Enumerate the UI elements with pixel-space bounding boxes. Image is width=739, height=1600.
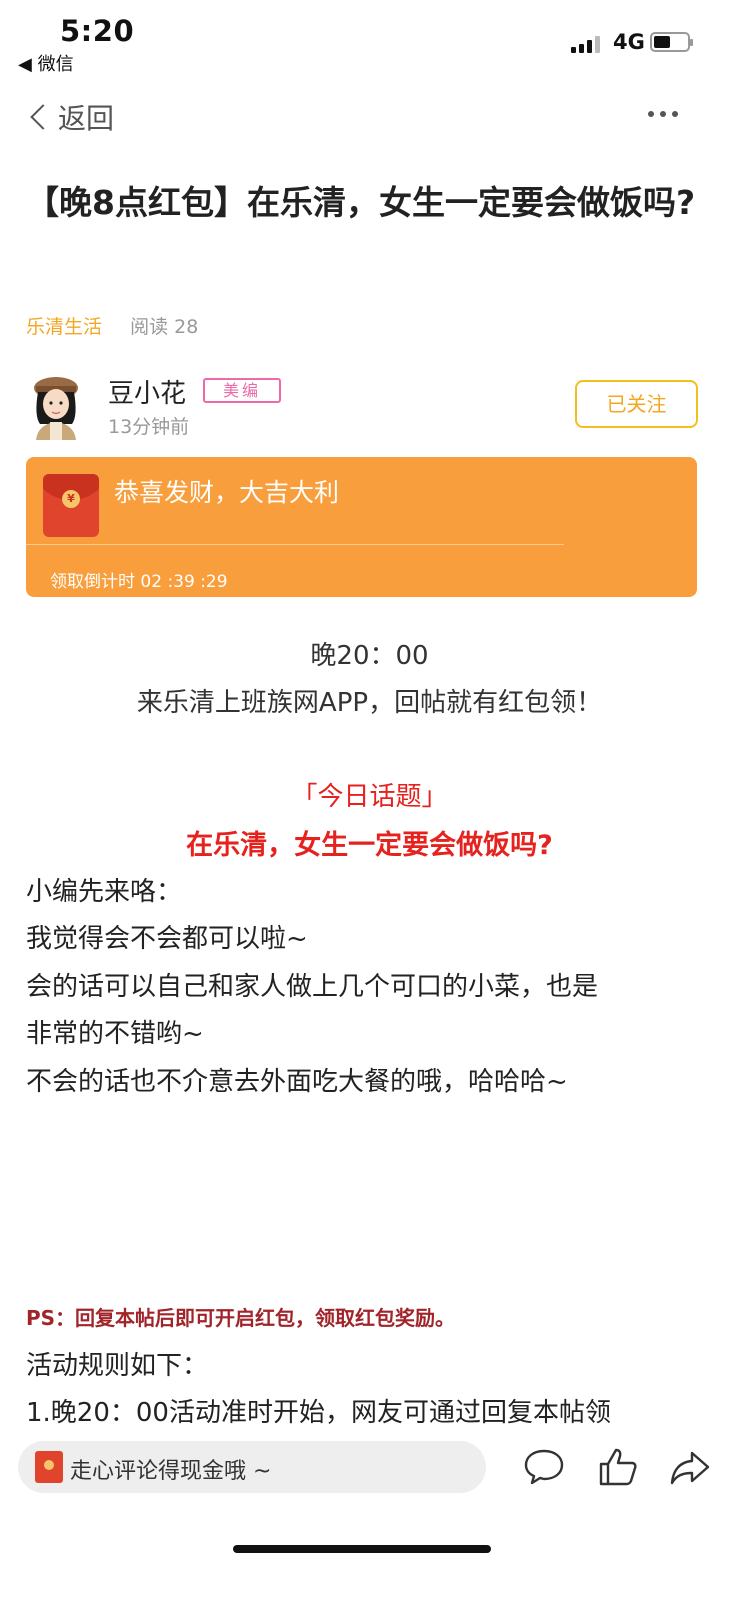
comment-placeholder: 走心评论得现金哦 ~ [70,1459,272,1484]
author-badge: 美编 [203,378,281,403]
red-packet-icon [35,1451,63,1483]
body-paragraph: 非常的不错哟~ [26,1019,204,1049]
comment-input[interactable]: 走心评论得现金哦 ~ [18,1441,486,1493]
more-options-icon[interactable] [648,111,678,117]
back-button-label: 返回 [58,102,115,135]
avatar[interactable] [28,372,84,440]
comment-icon[interactable] [522,1445,566,1489]
divider [26,544,564,545]
status-bar: 5:20 ◀ 微信 4G [0,0,739,80]
home-indicator [233,1545,491,1553]
red-packet-countdown: 领取倒计时 02 :39 :29 [50,572,228,592]
battery-icon [650,32,693,52]
signal-icon [571,35,600,53]
read-count: 阅读 28 [130,316,199,338]
body-paragraph: 我觉得会不会都可以啦~ [26,924,308,954]
battery-level [654,36,670,48]
rules-title: 活动规则如下： [26,1351,209,1381]
nav-bar: 返回 [0,85,739,145]
like-icon[interactable] [596,1445,640,1489]
rule-item: 1.晚20：00活动准时开始，网友可通过回复本帖领 [26,1398,611,1428]
topic-label: 「今日话题」 [291,782,448,812]
body-paragraph: 小编先来咯： [26,877,183,907]
post-time: 13分钟前 [108,416,190,438]
author-name[interactable]: 豆小花 [108,373,186,410]
status-time: 5:20 [60,14,135,48]
back-button[interactable]: 返回 [26,97,114,137]
follow-button[interactable]: 已关注 [575,380,698,428]
network-type: 4G [613,30,645,54]
red-packet-greeting: 恭喜发财，大吉大利 [114,478,340,507]
body-paragraph: 会的话可以自己和家人做上几个可口的小菜，也是 [26,972,599,1002]
chevron-left-icon [30,104,56,130]
back-to-app-link[interactable]: ◀ 微信 [18,50,74,76]
red-packet-card[interactable]: ¥ 恭喜发财，大吉大利 领取倒计时 02 :39 :29 [26,457,697,597]
promo-text: 来乐清上班族网APP，回帖就有红包领！ [136,688,603,718]
event-time: 晚20：00 [310,641,429,671]
article-meta: 乐清生活 阅读 28 [26,312,198,339]
body-paragraph: 不会的话也不介意去外面吃大餐的哦，哈哈哈~ [26,1067,568,1097]
channel-link[interactable]: 乐清生活 [26,316,102,338]
red-packet-icon: ¥ [43,474,99,537]
topic-question: 在乐清，女生一定要会做饭吗? [186,830,553,861]
article-title: 【晚8点红包】在乐清，女生一定要会做饭吗? [26,183,696,222]
ps-note: PS：回复本帖后即可开启红包，领取红包奖励。 [26,1306,456,1330]
share-icon[interactable] [668,1445,712,1489]
